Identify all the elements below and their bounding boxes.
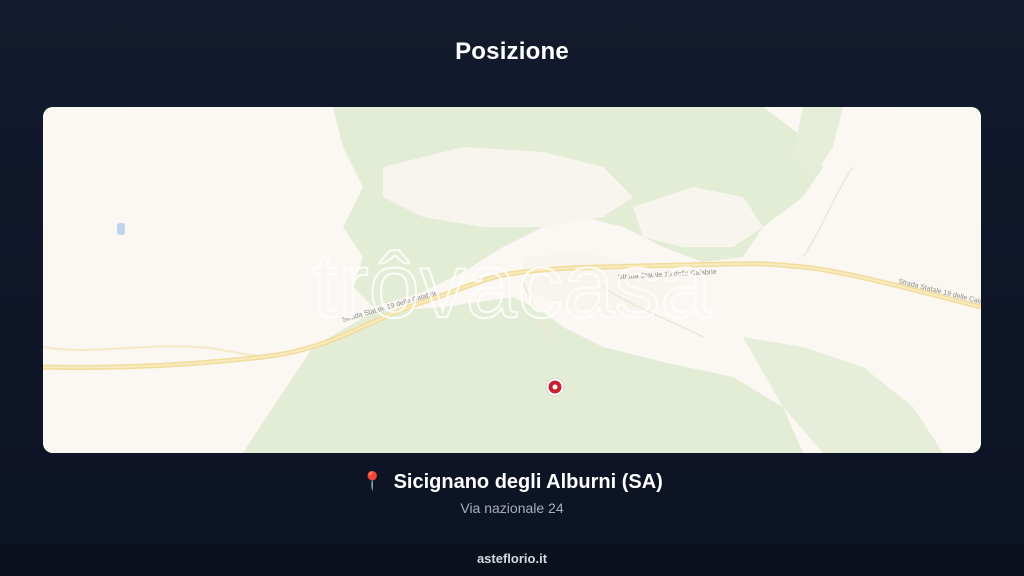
map-watermark: trôvacasa [313,235,713,337]
page-title: Posizione [455,38,569,65]
location-address: Via nazionale 24 [460,500,564,516]
footer-site[interactable]: asteflorio.it [477,551,547,566]
footer: asteflorio.it [0,544,1024,576]
pin-emoji-icon: 📍 [361,471,384,491]
map-canvas[interactable]: Strada Statale 19 delle Calabrie Strada … [43,107,981,453]
location-name-row: 📍 Sicignano degli Alburni (SA) [0,471,1024,494]
water-pond [117,223,125,235]
map[interactable]: Strada Statale 19 delle Calabrie Strada … [43,107,981,453]
location-marker-icon[interactable] [545,377,565,397]
location-name: Sicignano degli Alburni (SA) [393,471,663,493]
